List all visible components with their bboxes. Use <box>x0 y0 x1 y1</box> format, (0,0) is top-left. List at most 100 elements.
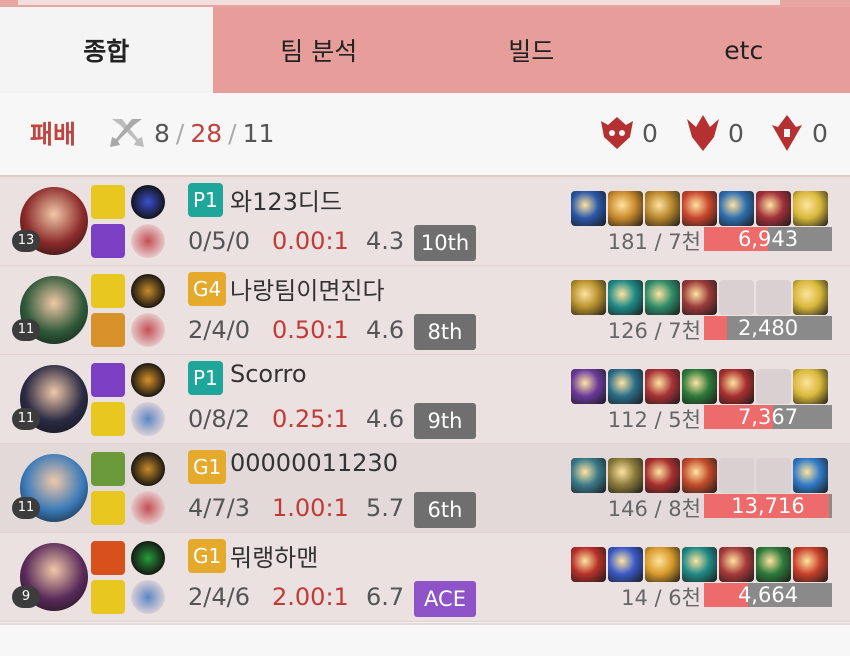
keystone-rune-icon[interactable] <box>131 452 165 486</box>
champion-level: 11 <box>12 319 40 341</box>
summoner-spell-icon[interactable] <box>91 185 125 219</box>
keystone-rune-icon[interactable] <box>131 274 165 308</box>
item-icon[interactable] <box>571 191 606 226</box>
empty-item-slot <box>719 280 754 315</box>
item-icon[interactable] <box>645 191 680 226</box>
item-build <box>571 369 828 404</box>
item-icon[interactable] <box>608 369 643 404</box>
player-name[interactable]: Scorro <box>230 360 307 388</box>
player-list: 13P1와123디드0/5/00.00:14.310th181 / 7천6,94… <box>0 177 850 622</box>
player-score: 4.6 <box>366 316 404 344</box>
summoner-spell-icon[interactable] <box>91 402 125 436</box>
crossed-swords-icon <box>108 115 146 151</box>
cs-gold: 112 / 5천 <box>571 404 701 434</box>
item-icon[interactable] <box>682 458 717 493</box>
item-icon[interactable] <box>645 280 680 315</box>
dragon-icon <box>684 113 722 153</box>
rank-badge: 8th <box>414 314 476 350</box>
keystone-rune-icon[interactable] <box>131 363 165 397</box>
item-build <box>571 547 828 582</box>
tier-badge: G1 <box>188 539 226 573</box>
summoner-spell-icon[interactable] <box>91 452 125 486</box>
rank-badge: 6th <box>414 492 476 528</box>
player-row[interactable]: 9G1뭐랭하맨2/4/62.00:16.7ACE14 / 6천4,664 <box>0 533 850 622</box>
team-deaths: 28 <box>190 119 222 148</box>
player-score: 6.7 <box>366 583 404 611</box>
damage-bar: 7,367 <box>704 405 832 429</box>
match-result: 패배 <box>30 115 76 151</box>
item-icon[interactable] <box>793 369 828 404</box>
summoner-spell-icon[interactable] <box>91 224 125 258</box>
player-name[interactable]: 나랑팀이면진다 <box>230 271 385 306</box>
team-kda: 8 / 28 / 11 <box>108 115 274 151</box>
item-icon[interactable] <box>571 369 606 404</box>
kda-ratio: 0.50:1 <box>272 316 349 344</box>
cs-gold: 126 / 7천 <box>571 315 701 345</box>
summoner-spell-icon[interactable] <box>91 491 125 525</box>
summoner-spell-icon[interactable] <box>91 313 125 347</box>
keystone-rune-icon[interactable] <box>131 541 165 575</box>
item-icon[interactable] <box>719 547 754 582</box>
item-icon[interactable] <box>645 547 680 582</box>
tab-bar: 종합 팀 분석 빌드 etc <box>0 7 850 93</box>
champion-level: 9 <box>12 586 40 608</box>
item-build <box>571 280 828 315</box>
item-icon[interactable] <box>756 547 791 582</box>
tier-badge: P1 <box>188 361 223 395</box>
keystone-rune-icon[interactable] <box>131 185 165 219</box>
item-icon[interactable] <box>682 280 717 315</box>
item-icon[interactable] <box>719 191 754 226</box>
item-icon[interactable] <box>719 369 754 404</box>
player-row[interactable]: 11P1Scorro0/8/20.25:14.69th112 / 5천7,367 <box>0 355 850 444</box>
item-icon[interactable] <box>608 280 643 315</box>
player-row[interactable]: 13P1와123디드0/5/00.00:14.310th181 / 7천6,94… <box>0 177 850 266</box>
secondary-rune-icon[interactable] <box>131 313 165 347</box>
tab-build[interactable]: 빌드 <box>425 7 638 93</box>
player-score: 5.7 <box>366 494 404 522</box>
summoner-spell-icon[interactable] <box>91 541 125 575</box>
player-name[interactable]: 00000011230 <box>230 449 398 477</box>
item-icon[interactable] <box>645 369 680 404</box>
rank-badge: 9th <box>414 403 476 439</box>
secondary-rune-icon[interactable] <box>131 580 165 614</box>
item-icon[interactable] <box>793 191 828 226</box>
item-icon[interactable] <box>608 547 643 582</box>
damage-value: 13,716 <box>704 494 832 518</box>
item-icon[interactable] <box>793 458 828 493</box>
tier-badge: P1 <box>188 183 223 217</box>
player-row[interactable]: 11G4나랑팀이면진다2/4/00.50:14.68th126 / 7천2,48… <box>0 266 850 355</box>
item-icon[interactable] <box>571 547 606 582</box>
item-icon[interactable] <box>645 458 680 493</box>
item-icon[interactable] <box>756 191 791 226</box>
player-kda: 4/7/3 <box>188 494 250 522</box>
item-icon[interactable] <box>793 280 828 315</box>
item-icon[interactable] <box>682 191 717 226</box>
summoner-spell-icon[interactable] <box>91 363 125 397</box>
player-name[interactable]: 와123디드 <box>230 182 342 217</box>
item-icon[interactable] <box>682 547 717 582</box>
summoner-spell-icon[interactable] <box>91 580 125 614</box>
tab-etc[interactable]: etc <box>638 7 850 93</box>
tab-overview[interactable]: 종합 <box>0 7 213 93</box>
item-icon[interactable] <box>682 369 717 404</box>
item-icon[interactable] <box>608 191 643 226</box>
player-row[interactable]: 11G1000000112304/7/31.00:15.76th146 / 8천… <box>0 444 850 533</box>
tower-count: 0 <box>598 113 658 153</box>
team-summary: 패배 8 / 28 / 11 0 0 0 <box>0 93 850 177</box>
kda-ratio: 0.00:1 <box>272 227 349 255</box>
secondary-rune-icon[interactable] <box>131 491 165 525</box>
item-icon[interactable] <box>608 458 643 493</box>
secondary-rune-icon[interactable] <box>131 402 165 436</box>
champion-level: 13 <box>12 230 40 252</box>
item-build <box>571 458 828 493</box>
tab-team-analysis[interactable]: 팀 분석 <box>213 7 426 93</box>
secondary-rune-icon[interactable] <box>131 224 165 258</box>
item-icon[interactable] <box>793 547 828 582</box>
item-icon[interactable] <box>571 280 606 315</box>
team-assists: 11 <box>243 119 275 148</box>
player-kda: 2/4/6 <box>188 583 250 611</box>
summoner-spell-icon[interactable] <box>91 274 125 308</box>
player-score: 4.6 <box>366 405 404 433</box>
item-icon[interactable] <box>571 458 606 493</box>
player-name[interactable]: 뭐랭하맨 <box>230 538 318 573</box>
